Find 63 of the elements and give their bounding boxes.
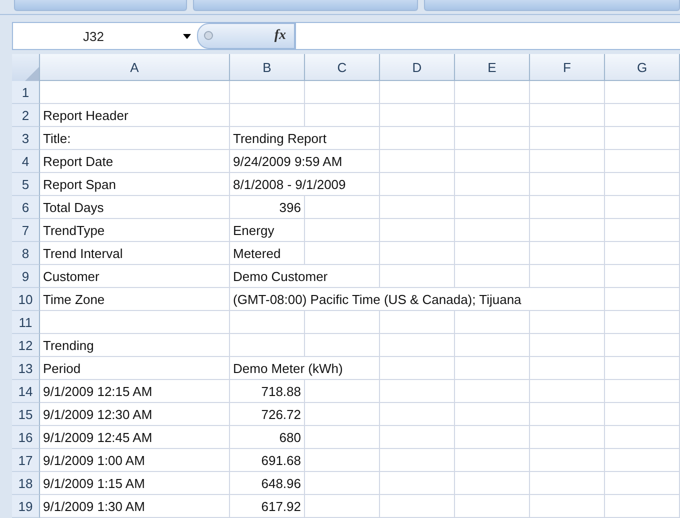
table-cell: 691.68: [230, 449, 305, 472]
table-cell: 9/1/2009 12:45 AM: [40, 426, 230, 449]
table-cell: Trending Report: [230, 127, 380, 150]
table-cell: TrendType: [40, 219, 230, 242]
dropdown-caret-icon[interactable]: [183, 34, 191, 39]
table-cell: Energy: [230, 219, 305, 242]
table-cell: 9/1/2009 12:30 AM: [40, 403, 230, 426]
table-cell: 9/1/2009 1:30 AM: [40, 495, 230, 518]
row-header[interactable]: 6: [12, 196, 40, 219]
row-header[interactable]: 12: [12, 334, 40, 357]
column-header[interactable]: E: [455, 54, 530, 81]
table-cell: Report Header: [40, 104, 230, 127]
table-cell: Demo Customer: [230, 265, 380, 288]
table-cell: 726.72: [230, 403, 305, 426]
table-cell: Time Zone: [40, 288, 230, 311]
row-header[interactable]: 2: [12, 104, 40, 127]
table-cell: 396: [230, 196, 305, 219]
table-cell: 718.88: [230, 380, 305, 403]
table-cell: Metered: [230, 242, 305, 265]
row-header[interactable]: 17: [12, 449, 40, 472]
table-cell: Period: [40, 357, 230, 380]
table-cell: (GMT-08:00) Pacific Time (US & Canada); Tijuana: [230, 288, 605, 311]
column-header[interactable]: C: [305, 54, 380, 81]
row-header[interactable]: 13: [12, 357, 40, 380]
row-header[interactable]: 7: [12, 219, 40, 242]
row-header[interactable]: 1: [12, 81, 40, 104]
table-cell: Report Date: [40, 150, 230, 173]
row-header[interactable]: 5: [12, 173, 40, 196]
row-header[interactable]: 19: [12, 495, 40, 518]
table-cell: Demo Meter (kWh): [230, 357, 380, 380]
row-header[interactable]: 3: [12, 127, 40, 150]
row-header[interactable]: 10: [12, 288, 40, 311]
row-header[interactable]: 16: [12, 426, 40, 449]
table-cell: Trending: [40, 334, 230, 357]
column-header[interactable]: G: [605, 54, 680, 81]
column-header[interactable]: A: [40, 54, 230, 81]
row-header[interactable]: 8: [12, 242, 40, 265]
table-cell: 680: [230, 426, 305, 449]
name-box[interactable]: J32: [13, 23, 197, 49]
row-header[interactable]: 9: [12, 265, 40, 288]
column-header[interactable]: D: [380, 54, 455, 81]
column-header[interactable]: F: [530, 54, 605, 81]
table-cell: Total Days: [40, 196, 230, 219]
column-header[interactable]: B: [230, 54, 305, 81]
table-cell: 648.96: [230, 472, 305, 495]
table-cell: 9/24/2009 9:59 AM: [230, 150, 380, 173]
table-cell: 617.92: [230, 495, 305, 518]
select-all-corner[interactable]: [12, 54, 40, 82]
table-cell: 9/1/2009 12:15 AM: [40, 380, 230, 403]
triangle-icon: [25, 67, 39, 81]
table-cell: Title:: [40, 127, 230, 150]
row-header[interactable]: 4: [12, 150, 40, 173]
table-cell: 9/1/2009 1:00 AM: [40, 449, 230, 472]
table-cell: Report Span: [40, 173, 230, 196]
row-header[interactable]: 18: [12, 472, 40, 495]
row-header[interactable]: 14: [12, 380, 40, 403]
table-cell: 8/1/2008 - 9/1/2009: [230, 173, 380, 196]
table-cell: Customer: [40, 265, 230, 288]
table-cell: 9/1/2009 1:15 AM: [40, 472, 230, 495]
table-cell: Trend Interval: [40, 242, 230, 265]
insert-function-button[interactable]: fx: [197, 23, 295, 49]
row-header[interactable]: 15: [12, 403, 40, 426]
row-header[interactable]: 11: [12, 311, 40, 334]
